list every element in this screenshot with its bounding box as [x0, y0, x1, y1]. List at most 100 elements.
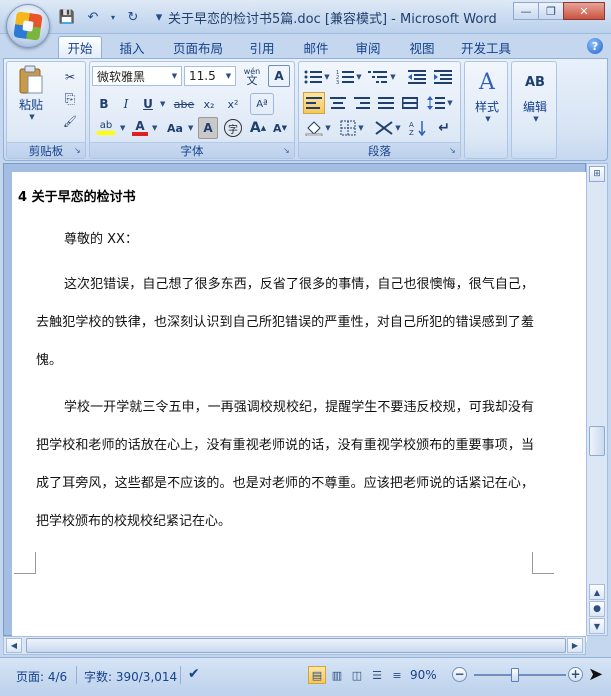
close-button[interactable]: ✕: [563, 2, 605, 20]
copy-icon[interactable]: ⎘: [59, 88, 81, 110]
save-icon[interactable]: 💾: [56, 7, 78, 27]
clipboard-launcher-icon[interactable]: ↘: [74, 146, 83, 155]
decrease-indent-button[interactable]: [405, 66, 429, 88]
align-right-button[interactable]: [351, 92, 373, 114]
tab-review[interactable]: 审阅: [346, 36, 390, 58]
vertical-scroll-thumb[interactable]: [589, 426, 605, 456]
increase-indent-button[interactable]: [431, 66, 455, 88]
justify-button[interactable]: [375, 92, 397, 114]
customize-qat-icon[interactable]: ▾: [148, 7, 170, 27]
zoom-in-icon[interactable]: +: [568, 667, 583, 682]
paste-button[interactable]: 粘贴 ▼: [13, 64, 49, 121]
editing-button[interactable]: AB 编辑 ▼: [514, 66, 556, 124]
web-layout-view-icon[interactable]: ◫: [348, 666, 366, 684]
previous-page-icon[interactable]: ▲: [589, 584, 605, 600]
ruler-toggle-icon[interactable]: ⊞: [589, 166, 605, 182]
styles-dropdown-icon[interactable]: ▼: [485, 115, 490, 123]
zoom-out-icon[interactable]: −: [452, 667, 467, 682]
font-size-dropdown-icon[interactable]: ▼: [222, 67, 235, 85]
tab-insert[interactable]: 插入: [110, 36, 154, 58]
word-count-status[interactable]: 字数: 390/3,014: [84, 668, 177, 685]
underline-dropdown-icon[interactable]: ▼: [160, 100, 165, 108]
undo-icon[interactable]: ↶: [82, 7, 104, 27]
tab-page-layout[interactable]: 页面布局: [166, 36, 230, 58]
highlight-dropdown-icon[interactable]: ▼: [120, 124, 125, 132]
shading-button[interactable]: ▼: [303, 117, 333, 139]
clear-formatting-button[interactable]: Aª: [250, 93, 274, 115]
minimize-button[interactable]: —: [513, 2, 539, 20]
outline-view-icon[interactable]: ☰: [368, 666, 386, 684]
draft-view-icon[interactable]: ≡: [388, 666, 406, 684]
numbering-button[interactable]: 1 2 3 ▼: [335, 66, 363, 88]
styles-button[interactable]: A 样式 ▼: [467, 66, 507, 124]
highlight-button[interactable]: ab: [94, 117, 118, 139]
strikethrough-button[interactable]: abe: [172, 93, 196, 115]
document-page[interactable]: 4 关于早恋的检讨书 尊敬的 XX： 这次犯错误，自己想了很多东西，反省了很多的…: [12, 172, 587, 642]
horizontal-scroll-thumb[interactable]: [26, 638, 566, 653]
sort-button[interactable]: AZ: [407, 117, 429, 139]
next-page-icon[interactable]: ▼: [589, 618, 605, 634]
document-paragraph-1: 这次犯错误，自己想了很多东西，反省了很多的事情，自己也很懊悔，很气自己，去触犯学…: [36, 277, 534, 368]
zoom-slider-thumb[interactable]: [510, 668, 519, 682]
cut-icon[interactable]: ✂: [59, 66, 81, 88]
phonetic-guide-icon[interactable]: wén 文: [240, 65, 264, 87]
tab-developer[interactable]: 开发工具: [452, 36, 520, 58]
multilevel-list-button[interactable]: ▼: [367, 66, 397, 88]
grow-font-button[interactable]: A ▲: [248, 117, 268, 139]
help-icon[interactable]: ?: [587, 38, 603, 54]
full-screen-reading-view-icon[interactable]: ▥: [328, 666, 346, 684]
zoom-level[interactable]: 90%: [410, 668, 437, 682]
document-heading: 4 关于早恋的检讨书: [18, 190, 136, 205]
align-left-button[interactable]: [303, 92, 325, 114]
superscript-button[interactable]: x²: [222, 93, 244, 115]
borders-button[interactable]: ▼: [337, 117, 367, 139]
restore-button[interactable]: ❐: [538, 2, 564, 20]
format-painter-icon[interactable]: 🖌: [59, 110, 81, 132]
zoom-slider-track[interactable]: [474, 674, 566, 676]
character-shading-button[interactable]: A: [198, 117, 218, 139]
vertical-scrollbar[interactable]: ⊞ ▲ ● ▼: [586, 163, 608, 636]
font-launcher-icon[interactable]: ↘: [283, 146, 292, 155]
document-area: 4 关于早恋的检讨书 尊敬的 XX： 这次犯错误，自己想了很多东西，反省了很多的…: [3, 163, 587, 642]
subscript-button[interactable]: x₂: [198, 93, 220, 115]
font-color-dropdown-icon[interactable]: ▼: [152, 124, 157, 132]
shrink-font-button[interactable]: A ▼: [270, 117, 290, 139]
distributed-button[interactable]: [399, 92, 421, 114]
print-layout-view-icon[interactable]: ▤: [308, 666, 326, 684]
change-case-dropdown-icon[interactable]: ▼: [188, 124, 193, 132]
bold-button[interactable]: B: [94, 93, 114, 115]
paste-dropdown-icon[interactable]: ▼: [29, 113, 34, 121]
change-case-button[interactable]: Aa: [162, 117, 188, 139]
select-browse-object-icon[interactable]: ●: [589, 601, 605, 617]
align-center-button[interactable]: [327, 92, 349, 114]
enclose-characters-button[interactable]: 字: [222, 117, 244, 139]
bullets-button[interactable]: ▼: [303, 66, 331, 88]
character-border-icon[interactable]: A: [268, 65, 290, 87]
scroll-right-icon[interactable]: ▶: [567, 638, 583, 653]
undo-dropdown-icon[interactable]: ▾: [108, 7, 118, 27]
tab-references[interactable]: 引用: [240, 36, 284, 58]
office-button[interactable]: [6, 4, 50, 48]
font-color-button[interactable]: A: [130, 117, 150, 139]
redo-icon[interactable]: ↻: [122, 7, 144, 27]
font-name-dropdown-icon[interactable]: ▼: [168, 67, 181, 85]
font-name-select[interactable]: 微软雅黑 ▼: [92, 66, 182, 86]
asian-layout-button[interactable]: ▼: [373, 117, 403, 139]
tab-view[interactable]: 视图: [400, 36, 444, 58]
horizontal-scrollbar[interactable]: ◀ ▶: [3, 636, 586, 655]
underline-button[interactable]: U: [138, 93, 158, 115]
font-size-select[interactable]: 11.5 ▼: [184, 66, 236, 86]
paragraph-launcher-icon[interactable]: ↘: [449, 146, 458, 155]
scroll-left-icon[interactable]: ◀: [6, 638, 22, 653]
paragraph-mark-icon: ↵: [438, 120, 450, 136]
italic-button[interactable]: I: [116, 93, 136, 115]
numbering-icon: 123: [336, 70, 355, 84]
show-marks-button[interactable]: ↵: [433, 117, 455, 139]
editing-dropdown-icon[interactable]: ▼: [533, 115, 538, 123]
line-spacing-button[interactable]: ▼: [425, 92, 455, 114]
sort-icon: AZ: [409, 121, 426, 136]
tab-home[interactable]: 开始: [58, 36, 102, 58]
proofing-icon[interactable]: ✔: [188, 666, 200, 682]
page-number-status[interactable]: 页面: 4/6: [16, 668, 67, 685]
tab-mailings[interactable]: 邮件: [294, 36, 338, 58]
